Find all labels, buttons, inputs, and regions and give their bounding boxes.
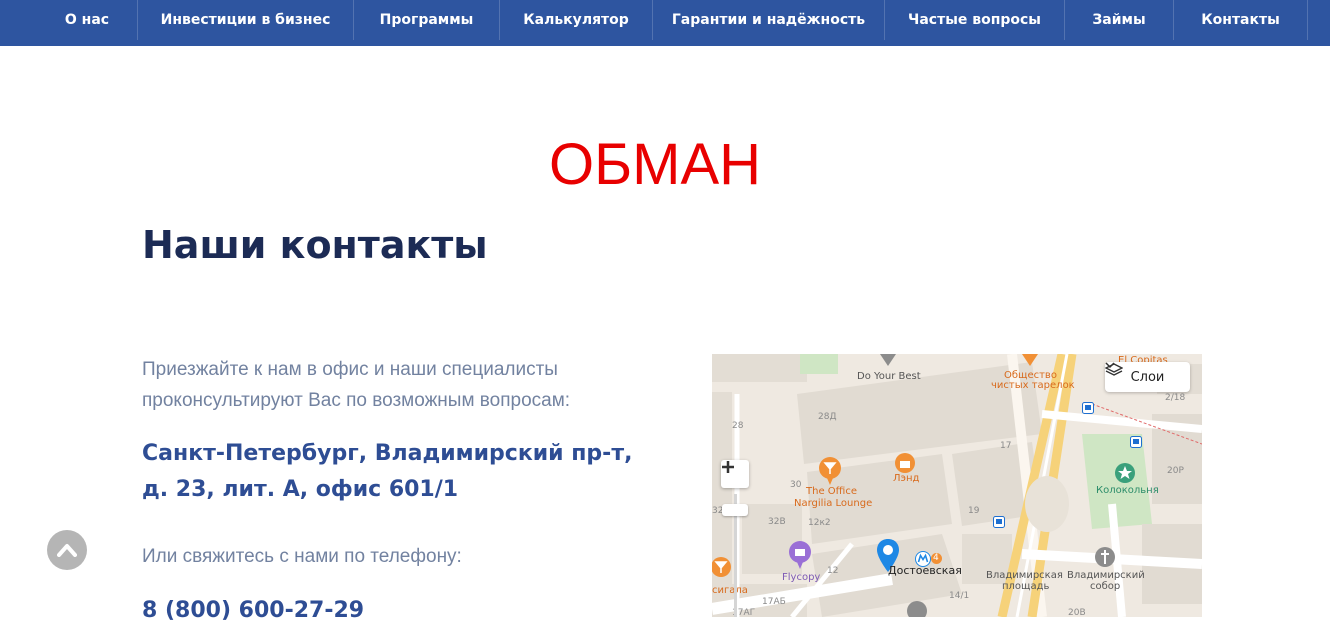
- page-title: Наши контакты: [142, 223, 488, 267]
- address-line-1: Санкт-Петербург, Владимирский пр-т,: [142, 441, 633, 466]
- map-label-vladimirskaya-square-2: площадь: [1002, 581, 1050, 592]
- scam-warning-text: ОБМАН: [548, 132, 762, 197]
- bus-stop-icon: [1082, 402, 1094, 414]
- plus-icon: [722, 461, 734, 473]
- house-number: 12: [827, 566, 839, 576]
- print-marker-icon[interactable]: [788, 540, 812, 570]
- house-number: 19: [968, 506, 980, 516]
- house-number: 30: [790, 480, 802, 490]
- house-number: 28: [732, 421, 744, 431]
- map-label-flycopy: Flycopy: [782, 572, 821, 583]
- nav-item-about[interactable]: О нас: [37, 0, 138, 40]
- house-number: 32В: [768, 517, 786, 527]
- nav-item-guarantees[interactable]: Гарантии и надёжность: [653, 0, 885, 40]
- house-number: 12к2: [808, 518, 831, 528]
- nav-item-programs[interactable]: Программы: [354, 0, 500, 40]
- nav-item-loans[interactable]: Займы: [1065, 0, 1174, 40]
- shop-marker-icon[interactable]: [894, 452, 916, 474]
- map-label-obshchestvo-2: чистых тарелок: [991, 380, 1075, 391]
- contacts-intro-text: Приезжайте к нам в офис и наши специалис…: [142, 359, 571, 411]
- scroll-to-top-button[interactable]: [47, 530, 87, 570]
- church-marker-icon[interactable]: [1094, 546, 1116, 568]
- house-number: 28Д: [818, 412, 837, 422]
- map-label-the-office: The Office: [806, 486, 857, 497]
- map-label-vladimirsky-cathedral-2: собор: [1090, 581, 1121, 592]
- house-number: 17АБ: [762, 597, 786, 607]
- phone-prompt-text: Или свяжитесь с нами по телефону:: [142, 546, 462, 567]
- nav-item-calculator[interactable]: Калькулятор: [500, 0, 653, 40]
- bus-stop-icon: [1130, 436, 1142, 448]
- house-number: 20Р: [1167, 466, 1184, 476]
- poi-marker-icon[interactable]: [906, 600, 928, 617]
- metro-line-number: 4: [933, 553, 939, 563]
- poi-marker-icon[interactable]: [878, 354, 898, 368]
- location-map[interactable]: 4 Do Your Best Общество чистых тарелок E…: [712, 354, 1202, 617]
- bar-marker-icon[interactable]: [712, 556, 732, 584]
- address-line-2: д. 23, лит. А, офис 601/1: [142, 477, 459, 502]
- house-number: 14/1: [949, 591, 970, 601]
- nav-item-contacts[interactable]: Контакты: [1174, 0, 1308, 40]
- nav-item-business-investment[interactable]: Инвестиции в бизнес: [138, 0, 354, 40]
- house-number: 2/18: [1165, 393, 1186, 403]
- top-navigation: О нас Инвестиции в бизнес Программы Каль…: [0, 0, 1330, 46]
- bar-marker-icon[interactable]: [818, 456, 842, 486]
- map-label-kolokolnya: Колокольня: [1096, 485, 1159, 496]
- map-label-sigala: сигала: [712, 585, 748, 596]
- map-layers-button[interactable]: Слои: [1105, 362, 1190, 392]
- map-label-the-office-2: Nargilia Lounge: [794, 498, 873, 509]
- map-label-do-your-best: Do Your Best: [857, 371, 921, 382]
- nav-item-faq[interactable]: Частые вопросы: [885, 0, 1065, 40]
- house-number: 17: [1000, 441, 1012, 451]
- office-address: Санкт-Петербург, Владимирский пр-т, д. 2…: [142, 436, 662, 508]
- phone-number-link[interactable]: 8 (800) 600-27-29: [142, 598, 364, 623]
- chevron-up-icon: [57, 544, 77, 557]
- attraction-marker-icon[interactable]: [1114, 462, 1136, 484]
- map-zoom-slider-handle[interactable]: [722, 504, 748, 516]
- restaurant-marker-icon[interactable]: [1020, 354, 1040, 368]
- map-label-lend: Лэнд: [893, 473, 920, 484]
- chevron-down-icon: [1105, 362, 1115, 369]
- map-label-dostoevskaya: Достоевская: [888, 564, 962, 577]
- house-number: 20В: [1068, 608, 1086, 617]
- map-layers-label: Слои: [1130, 369, 1165, 385]
- bus-stop-icon: [993, 516, 1005, 528]
- map-zoom-in-button[interactable]: [721, 460, 749, 488]
